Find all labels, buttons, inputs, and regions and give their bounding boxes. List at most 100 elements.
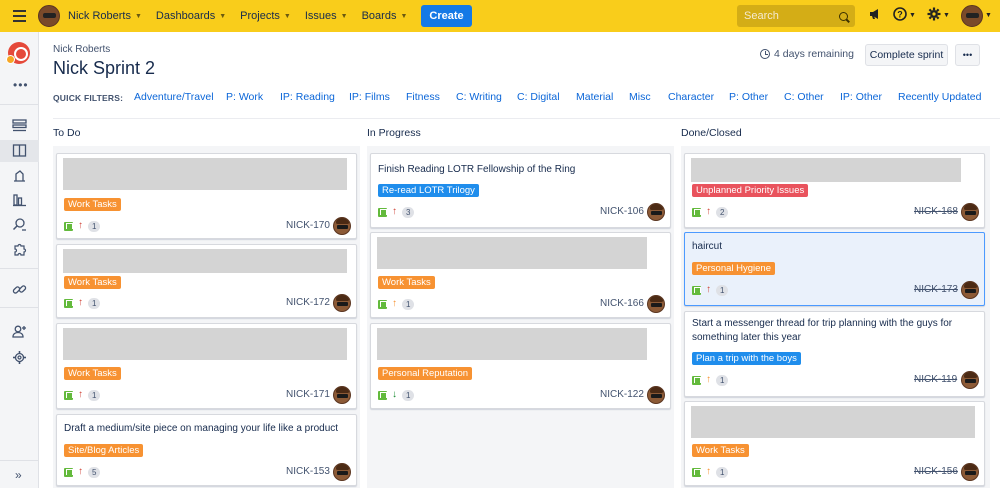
story-points-badge: 1 [88, 389, 101, 401]
issue-summary: haircut [692, 241, 723, 252]
epic-label[interactable]: Work Tasks [64, 198, 121, 211]
issue-key[interactable]: NICK-171 [286, 389, 330, 400]
priority-medium-icon: ↑ [392, 298, 397, 309]
issue-key[interactable]: NICK-122 [600, 389, 644, 400]
help-icon[interactable]: ? [893, 7, 907, 24]
user-avatar[interactable] [38, 5, 60, 27]
quick-filter[interactable]: C: Other [784, 91, 824, 103]
nav-boards[interactable]: Boards ▼ [362, 10, 408, 22]
quick-filter[interactable]: P: Work [226, 91, 263, 103]
add-people-icon[interactable] [12, 324, 27, 339]
backlog-icon[interactable] [12, 118, 27, 133]
epic-label[interactable]: Re-read LOTR Trilogy [378, 184, 479, 197]
redacted-summary [377, 328, 647, 360]
nav-projects[interactable]: Projects ▼ [240, 10, 291, 22]
assignee-avatar[interactable] [647, 386, 665, 404]
remaining-text: 4 days remaining [774, 48, 854, 60]
quick-filter[interactable]: Recently Updated [898, 91, 981, 103]
issue-card[interactable]: Draft a medium/site piece on managing yo… [56, 414, 357, 486]
breadcrumb[interactable]: Nick Roberts [53, 44, 110, 55]
board-icon[interactable] [12, 143, 27, 158]
epic-label[interactable]: Unplanned Priority Issues [692, 184, 809, 197]
assignee-avatar[interactable] [647, 203, 665, 221]
issues-search-icon[interactable] [12, 217, 27, 232]
epic-label[interactable]: Work Tasks [378, 276, 435, 289]
issue-card[interactable]: Unplanned Priority Issues ↑ 2 NICK-168 [684, 153, 985, 228]
issue-card[interactable]: Personal Reputation ↓ 1 NICK-122 [370, 323, 671, 409]
card-footer: ↑ 1 [378, 298, 415, 310]
link-icon[interactable] [12, 282, 27, 297]
assignee-avatar[interactable] [961, 371, 979, 389]
quick-filter[interactable]: Fitness [406, 91, 440, 103]
profile-avatar[interactable] [961, 5, 983, 27]
assignee-avatar[interactable] [961, 463, 979, 481]
redacted-summary [377, 237, 647, 269]
quick-filter[interactable]: IP: Films [349, 91, 390, 103]
issue-key[interactable]: NICK-172 [286, 297, 330, 308]
assignee-avatar[interactable] [333, 294, 351, 312]
add-ons-icon[interactable] [12, 242, 27, 257]
nav-issues[interactable]: Issues ▼ [305, 10, 348, 22]
quick-filter[interactable]: IP: Reading [280, 91, 335, 103]
create-button[interactable]: Create [421, 5, 472, 27]
epic-label[interactable]: Work Tasks [692, 444, 749, 457]
epic-label[interactable]: Personal Reputation [378, 367, 473, 380]
redacted-summary [63, 158, 347, 190]
settings-icon[interactable] [927, 7, 941, 24]
quick-filter[interactable]: Character [668, 91, 714, 103]
assignee-avatar[interactable] [333, 217, 351, 235]
complete-sprint-button[interactable]: Complete sprint [865, 44, 948, 66]
assignee-avatar[interactable] [333, 386, 351, 404]
epic-label[interactable]: Personal Hygiene [692, 262, 775, 275]
issue-card-selected[interactable]: haircut Personal Hygiene ↑ 1 NICK-173 [684, 232, 985, 306]
menu-icon[interactable] [0, 0, 38, 32]
story-points-badge: 2 [716, 206, 729, 218]
issue-card[interactable]: Work Tasks ↑ 1 NICK-171 [56, 323, 357, 409]
issue-key[interactable]: NICK-173 [914, 284, 958, 295]
story-points-badge: 1 [402, 389, 415, 401]
reports-icon[interactable] [12, 192, 27, 207]
story-icon [64, 390, 73, 400]
issue-card[interactable]: Work Tasks ↑ 1 NICK-172 [56, 244, 357, 318]
project-settings-icon[interactable] [12, 350, 27, 365]
issue-key[interactable]: NICK-119 [914, 374, 957, 385]
search-input[interactable]: Search [737, 5, 855, 27]
quick-filter[interactable]: C: Writing [456, 91, 502, 103]
quick-filter[interactable]: C: Digital [517, 91, 560, 103]
user-name-link[interactable]: Nick Roberts ▼ [68, 10, 142, 22]
issue-key[interactable]: NICK-156 [914, 466, 958, 477]
epic-label[interactable]: Work Tasks [64, 367, 121, 380]
assignee-avatar[interactable] [647, 295, 665, 313]
epic-label[interactable]: Plan a trip with the boys [692, 352, 801, 365]
more-icon[interactable]: ••• [13, 78, 29, 92]
issue-key[interactable]: NICK-153 [286, 466, 330, 477]
nav-dashboards[interactable]: Dashboards ▼ [156, 10, 226, 22]
story-points-badge: 1 [402, 298, 415, 310]
quick-filter[interactable]: Misc [629, 91, 651, 103]
issue-key[interactable]: NICK-106 [600, 206, 644, 217]
quick-filter[interactable]: P: Other [729, 91, 768, 103]
expand-sidebar-icon[interactable]: » [15, 468, 23, 482]
more-actions-button[interactable]: ••• [955, 44, 980, 66]
issue-card[interactable]: Finish Reading LOTR Fellowship of the Ri… [370, 153, 671, 228]
releases-icon[interactable] [12, 168, 27, 183]
quick-filter[interactable]: Adventure/Travel [134, 91, 214, 103]
epic-label[interactable]: Site/Blog Articles [64, 444, 144, 457]
issue-key[interactable]: NICK-166 [600, 298, 644, 309]
assignee-avatar[interactable] [961, 203, 979, 221]
epic-label[interactable]: Work Tasks [64, 276, 121, 289]
megaphone-icon[interactable] [868, 7, 882, 24]
card-footer: ↑ 1 [692, 284, 729, 296]
issue-card[interactable]: Work Tasks ↑ 1 NICK-170 [56, 153, 357, 239]
assignee-avatar[interactable] [333, 463, 351, 481]
assignee-avatar[interactable] [961, 281, 979, 299]
issue-key[interactable]: NICK-168 [914, 206, 958, 217]
issue-card[interactable]: Work Tasks ↑ 1 NICK-166 [370, 232, 671, 318]
issue-card[interactable]: Start a messenger thread for trip planni… [684, 311, 985, 397]
quick-filter[interactable]: Material [576, 91, 613, 103]
quick-filter[interactable]: IP: Other [840, 91, 882, 103]
project-logo-icon[interactable] [6, 42, 30, 64]
issue-key[interactable]: NICK-170 [286, 220, 330, 231]
issue-summary: Draft a medium/site piece on managing yo… [64, 423, 339, 434]
issue-card[interactable]: Work Tasks ↑ 1 NICK-156 [684, 401, 985, 486]
